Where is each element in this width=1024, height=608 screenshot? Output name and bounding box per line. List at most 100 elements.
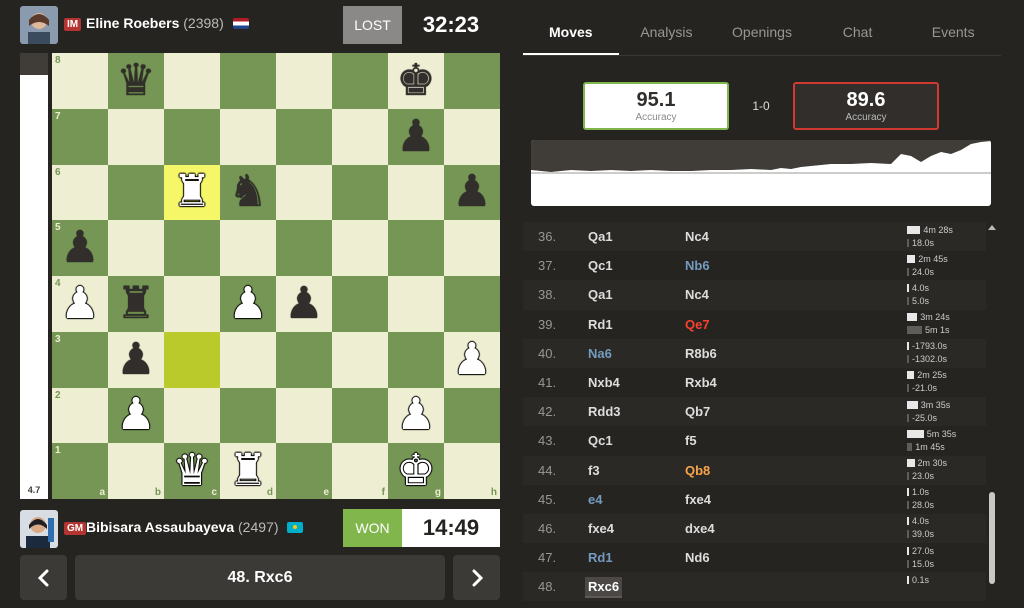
square-g7[interactable]: ♟ xyxy=(388,108,444,165)
avatar[interactable] xyxy=(20,510,58,548)
next-move-button[interactable] xyxy=(453,555,500,600)
avatar[interactable] xyxy=(20,6,58,44)
square-d2[interactable] xyxy=(220,387,276,444)
square-a2[interactable]: 2 xyxy=(52,387,108,444)
square-h6[interactable]: ♟ xyxy=(444,164,500,221)
white-move[interactable]: Rd1 xyxy=(585,548,616,567)
black-move[interactable]: Nc4 xyxy=(682,285,712,304)
square-e1[interactable]: e xyxy=(276,443,332,499)
square-a7[interactable]: 7 xyxy=(52,108,108,165)
move-list-scrollbar[interactable] xyxy=(987,222,997,586)
square-a1[interactable]: 1a xyxy=(52,443,108,499)
black-knight-icon[interactable]: ♞ xyxy=(228,170,267,214)
white-move[interactable]: fxe4 xyxy=(585,519,617,538)
square-a6[interactable]: 6 xyxy=(52,164,108,221)
white-move[interactable]: Rd1 xyxy=(585,315,616,334)
black-accuracy-box[interactable]: 89.6 Accuracy xyxy=(793,82,939,130)
square-h7[interactable] xyxy=(444,108,500,165)
black-pawn-icon[interactable]: ♟ xyxy=(116,337,155,382)
white-move[interactable]: f3 xyxy=(585,461,603,480)
black-move[interactable]: Rxb4 xyxy=(682,373,720,392)
square-b6[interactable] xyxy=(108,164,164,221)
player-name[interactable]: Eline Roebers (2398) xyxy=(86,15,249,31)
square-d7[interactable] xyxy=(220,108,276,165)
current-move-display[interactable]: 48. Rxc6 xyxy=(75,555,445,600)
square-f2[interactable] xyxy=(332,387,388,444)
square-d1[interactable]: d ♜ xyxy=(220,443,276,499)
square-f3[interactable] xyxy=(332,331,388,388)
black-pawn-icon[interactable]: ♟ xyxy=(60,226,99,270)
square-a5[interactable]: 5 ♟ xyxy=(52,220,108,276)
square-a4[interactable]: 4 ♟ xyxy=(52,276,108,332)
square-f4[interactable] xyxy=(332,276,388,332)
white-move[interactable]: Rdd3 xyxy=(585,402,624,421)
black-king-icon[interactable]: ♚ xyxy=(396,58,435,103)
square-g6[interactable] xyxy=(388,164,444,221)
tab-chat[interactable]: Chat xyxy=(810,10,906,55)
square-e7[interactable] xyxy=(276,108,332,165)
white-pawn-icon[interactable]: ♟ xyxy=(60,281,99,326)
black-move[interactable]: f5 xyxy=(682,431,700,450)
square-e2[interactable] xyxy=(276,387,332,444)
square-c1[interactable]: c ♛ xyxy=(164,443,220,499)
black-rook-icon[interactable]: ♜ xyxy=(116,281,155,326)
square-e3[interactable] xyxy=(276,331,332,388)
square-b3[interactable]: ♟ xyxy=(108,331,164,388)
black-move[interactable]: R8b6 xyxy=(682,344,720,363)
white-move[interactable]: Qa1 xyxy=(585,227,616,246)
square-g1[interactable]: g ♚ xyxy=(388,443,444,499)
square-b7[interactable] xyxy=(108,108,164,165)
square-d4[interactable]: ♟ xyxy=(220,276,276,332)
black-move[interactable]: Nb6 xyxy=(682,256,713,275)
square-c2[interactable] xyxy=(164,387,220,444)
black-move[interactable]: Qb8 xyxy=(682,461,713,480)
white-accuracy-box[interactable]: 95.1 Accuracy xyxy=(583,82,729,130)
square-h3[interactable]: ♟ xyxy=(444,331,500,388)
black-move[interactable] xyxy=(682,577,688,596)
square-g4[interactable] xyxy=(388,276,444,332)
square-f7[interactable] xyxy=(332,108,388,165)
square-b1[interactable]: b xyxy=(108,443,164,499)
square-c5[interactable] xyxy=(164,220,220,276)
square-b8[interactable]: ♛ xyxy=(108,53,164,109)
square-c6[interactable]: ♜ xyxy=(164,164,220,221)
black-move[interactable]: Qb7 xyxy=(682,402,713,421)
square-f6[interactable] xyxy=(332,164,388,221)
white-move[interactable]: Qa1 xyxy=(585,285,616,304)
black-move[interactable]: Nc4 xyxy=(682,227,712,246)
scrollbar-thumb[interactable] xyxy=(989,492,995,584)
black-pawn-icon[interactable]: ♟ xyxy=(452,170,491,214)
square-c3[interactable] xyxy=(164,331,220,388)
player-name[interactable]: Bibisara Assaubayeva (2497) xyxy=(86,519,304,535)
black-move[interactable]: fxe4 xyxy=(682,490,714,509)
square-d5[interactable] xyxy=(220,220,276,276)
evaluation-graph[interactable] xyxy=(531,140,991,206)
square-b4[interactable]: ♜ xyxy=(108,276,164,332)
white-pawn-icon[interactable]: ♟ xyxy=(396,393,435,437)
white-move[interactable]: Rxc6 xyxy=(585,577,623,599)
tab-moves[interactable]: Moves xyxy=(523,10,619,55)
square-d6[interactable]: ♞ xyxy=(220,164,276,221)
black-move[interactable]: Qe7 xyxy=(682,315,713,334)
white-move[interactable]: Nxb4 xyxy=(585,373,623,392)
square-h5[interactable] xyxy=(444,220,500,276)
tab-analysis[interactable]: Analysis xyxy=(619,10,715,55)
white-move[interactable]: Na6 xyxy=(585,344,615,363)
white-pawn-icon[interactable]: ♟ xyxy=(228,281,267,326)
white-move[interactable]: Qc1 xyxy=(585,256,616,275)
white-pawn-icon[interactable]: ♟ xyxy=(452,337,491,382)
square-d3[interactable] xyxy=(220,331,276,388)
square-d8[interactable] xyxy=(220,53,276,109)
square-g3[interactable] xyxy=(388,331,444,388)
square-f5[interactable] xyxy=(332,220,388,276)
square-f8[interactable] xyxy=(332,53,388,109)
tab-openings[interactable]: Openings xyxy=(714,10,810,55)
chess-board[interactable]: 8 ♛ ♚ 7 ♟ 6 ♜ ♞ ♟ 5 ♟ 4 ♟ ♜ ♟ ♟ 3 ♟ ♟ 2 ♟ ♟ 1 a b c ♛ d ♜ e f g ♚ h xyxy=(52,53,500,499)
black-move[interactable]: dxe4 xyxy=(682,519,718,538)
white-rook-icon[interactable]: ♜ xyxy=(228,449,267,493)
black-pawn-icon[interactable]: ♟ xyxy=(284,281,323,326)
square-e6[interactable] xyxy=(276,164,332,221)
square-a3[interactable]: 3 xyxy=(52,331,108,388)
square-a8[interactable]: 8 xyxy=(52,53,108,109)
white-rook-icon[interactable]: ♜ xyxy=(172,170,211,214)
